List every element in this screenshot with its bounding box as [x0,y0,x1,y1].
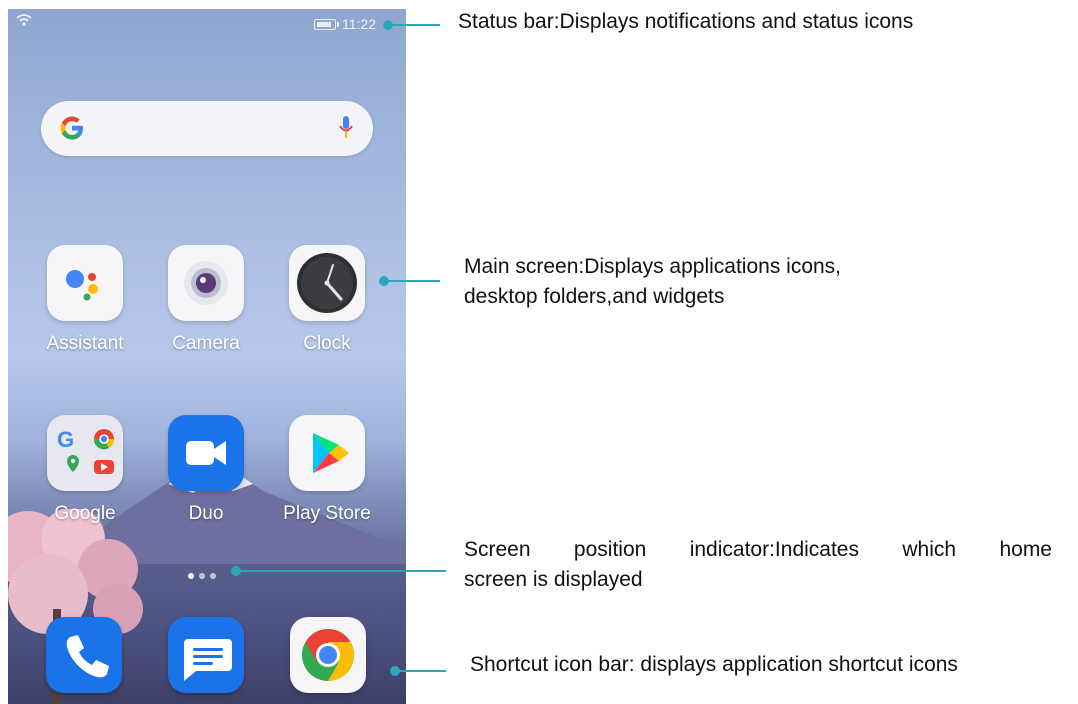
google-search-widget[interactable] [41,101,373,156]
app-camera[interactable]: Camera [151,245,261,355]
dock-phone[interactable] [46,617,122,693]
phone-home-screen: 11:22 Assistant Camera Clock G Google Du… [8,9,406,704]
folder-google[interactable]: G Google [30,415,140,525]
messages-icon [184,639,232,681]
app-label: Google [54,503,116,524]
app-label: Play Store [283,503,371,524]
shortcut-bar-annotation: Shortcut icon bar: displays application … [470,653,958,676]
status-bar: 11:22 [8,9,406,39]
app-duo[interactable]: Duo [151,415,261,525]
screen-position-indicator [188,571,228,581]
duo-icon [168,415,244,491]
camera-icon [168,245,244,321]
app-label: Assistant [46,333,124,354]
dock-chrome[interactable] [290,617,366,693]
callout-line-shortcut-bar [399,670,446,672]
chrome-icon [302,629,354,681]
callout-line-status-bar [392,24,440,26]
indicator-annotation-line1: Screen position indicator:Indicates whic… [464,538,1052,561]
google-folder-icon: G [47,415,123,491]
app-label: Duo [188,503,224,524]
app-label: Clock [303,333,351,354]
app-assistant[interactable]: Assistant [30,245,140,355]
phone-icon [66,635,109,678]
assistant-icon [47,245,123,321]
svg-text:G: G [57,427,74,452]
callout-line-main-screen [388,280,440,282]
battery-icon [314,19,339,30]
app-label: Camera [172,333,240,354]
page-dot [199,573,205,579]
app-clock[interactable]: Clock [272,245,382,355]
main-screen-annotation-line1: Main screen:Displays applications icons, [464,255,842,278]
clock-icon [289,245,365,321]
callout-line-indicator [240,570,446,572]
status-time: 11:22 [342,16,376,32]
mic-icon[interactable] [339,115,353,141]
main-screen-annotation-line2: desktop folders,and widgets [464,285,725,308]
status-bar-annotation: Status bar:Displays notifications and st… [458,10,914,33]
indicator-annotation-line2: screen is displayed [464,568,643,591]
app-play-store[interactable]: Play Store [272,415,382,525]
wifi-icon [16,14,32,26]
dock-messages[interactable] [168,617,244,693]
page-dot [188,573,194,579]
google-logo-icon [60,116,83,140]
play-store-icon [289,415,365,491]
page-dot [210,573,216,579]
